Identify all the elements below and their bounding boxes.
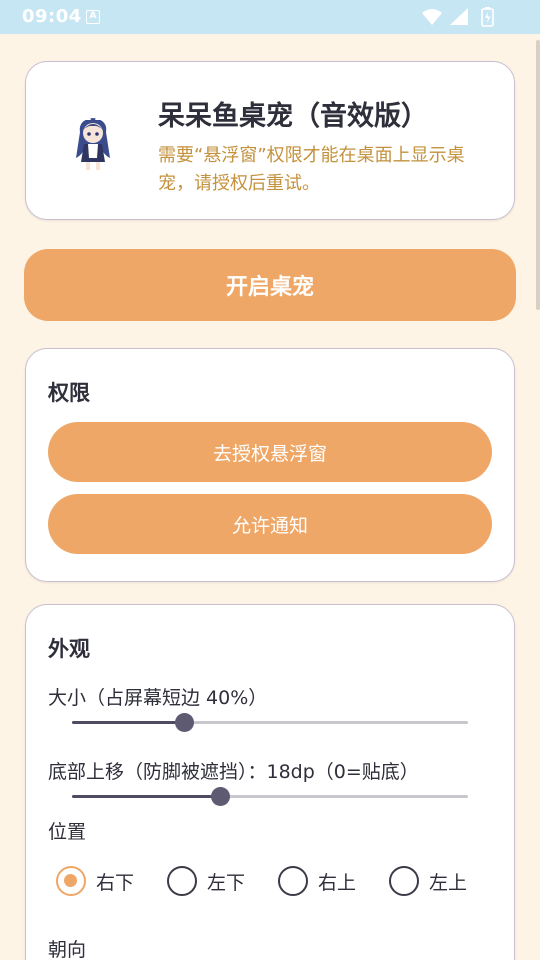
offset-slider[interactable]	[72, 787, 468, 807]
status-time: 09:04	[22, 6, 82, 27]
signal-icon	[450, 8, 468, 25]
radio-circle[interactable]	[389, 866, 419, 896]
appearance-title: 外观	[48, 637, 90, 661]
battery-icon	[481, 7, 494, 27]
status-bar: 09:04 A	[0, 0, 540, 34]
slider-thumb[interactable]	[175, 713, 195, 732]
radio-top-left[interactable]: 左上	[389, 863, 467, 899]
app-header-card: 呆呆鱼桌宠（音效版） 需要“悬浮窗”权限才能在桌面上显示桌宠，请授权后重试。	[25, 61, 515, 220]
allow-notifications-button[interactable]: 允许通知	[48, 494, 492, 554]
radio-circle[interactable]	[278, 866, 308, 896]
radio-circle[interactable]	[56, 866, 86, 896]
scrollbar[interactable]	[536, 40, 540, 310]
radio-top-right[interactable]: 右上	[278, 863, 356, 899]
slider-fill	[72, 795, 221, 798]
position-label: 位置	[48, 821, 87, 843]
size-slider[interactable]	[72, 713, 468, 733]
pet-avatar-icon	[76, 116, 110, 170]
status-icons	[422, 7, 494, 27]
size-label: 大小（占屏幕短边 40%）	[48, 687, 268, 709]
radio-label: 左下	[207, 871, 246, 894]
radio-circle[interactable]	[167, 866, 197, 896]
position-radio-group: 右下 左下 右上 左上	[56, 863, 496, 899]
slider-thumb[interactable]	[211, 787, 230, 806]
permissions-title: 权限	[48, 381, 90, 405]
radio-bottom-right[interactable]: 右下	[56, 863, 134, 899]
grant-overlay-button[interactable]: 去授权悬浮窗	[48, 422, 492, 482]
radio-label: 左上	[429, 871, 468, 894]
orientation-label: 朝向	[48, 939, 87, 960]
appearance-card: 外观 大小（占屏幕短边 40%） 底部上移（防脚被遮挡）：18dp（0=贴底） …	[25, 604, 515, 960]
permission-hint: 需要“悬浮窗”权限才能在桌面上显示桌宠，请授权后重试。	[158, 145, 465, 194]
wifi-icon	[422, 9, 442, 25]
radio-label: 右上	[318, 871, 357, 894]
radio-bottom-left[interactable]: 左下	[167, 863, 245, 899]
a-icon: A	[86, 10, 100, 24]
radio-label: 右下	[96, 871, 135, 894]
offset-label: 底部上移（防脚被遮挡）：18dp（0=贴底）	[48, 761, 419, 783]
slider-fill	[72, 721, 185, 724]
start-pet-button[interactable]: 开启桌宠	[24, 249, 516, 321]
app-title: 呆呆鱼桌宠（音效版）	[158, 101, 428, 132]
permissions-card: 权限 去授权悬浮窗 允许通知	[25, 348, 515, 582]
